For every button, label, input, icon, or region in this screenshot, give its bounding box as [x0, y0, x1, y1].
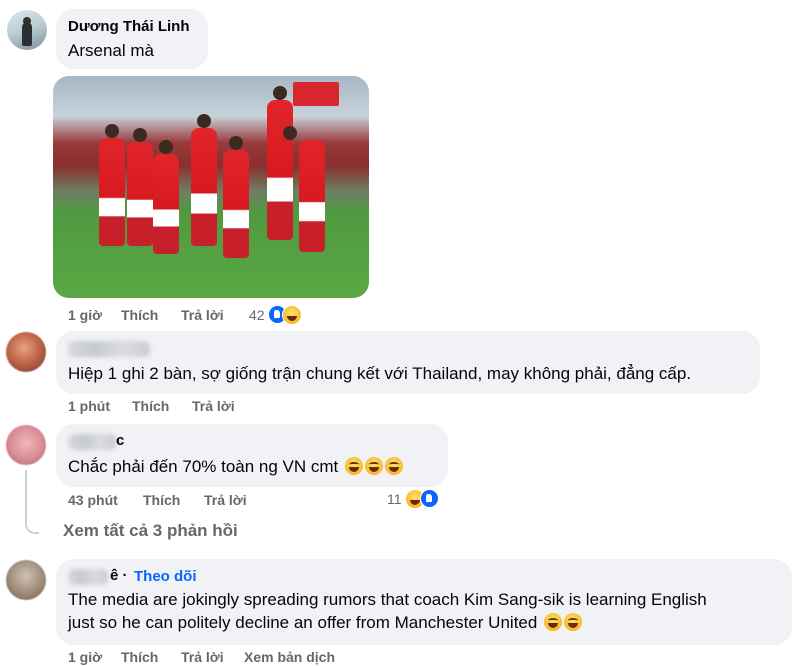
- author-name-suffix: ê ·: [110, 567, 128, 584]
- player: [191, 128, 217, 246]
- like-button[interactable]: Thích: [121, 649, 158, 665]
- player: [299, 140, 325, 252]
- avatar[interactable]: [6, 560, 46, 600]
- laughing-emoji-icon: [385, 457, 404, 475]
- player-head: [273, 86, 287, 100]
- thread-connector: [25, 470, 39, 534]
- reply-button[interactable]: Trả lời: [204, 492, 247, 508]
- comment-bubble: ê · Theo dõi The media are jokingly spre…: [56, 559, 792, 645]
- view-all-replies-link[interactable]: Xem tất cả 3 phản hồi: [63, 521, 238, 541]
- comment-text: Hiệp 1 ghi 2 bàn, sợ giống trận chung kế…: [68, 364, 692, 383]
- laughing-emoji-icon: [345, 457, 364, 475]
- player-head: [105, 124, 119, 138]
- reaction-summary[interactable]: 42: [249, 305, 303, 325]
- blurred-author-name[interactable]: [68, 569, 108, 585]
- avatar[interactable]: [6, 425, 46, 465]
- comment-time[interactable]: 1 giờ: [68, 307, 102, 323]
- reply-button[interactable]: Trả lời: [181, 307, 224, 323]
- player-head: [283, 126, 297, 140]
- comment-text-content: just so he can politely decline an offer…: [68, 613, 538, 632]
- player: [99, 138, 125, 246]
- player-head: [133, 128, 147, 142]
- comment-text: Arsenal mà: [68, 41, 154, 60]
- reaction-count: 11: [387, 491, 402, 507]
- comment-text: The media are jokingly spreading rumors …: [68, 588, 707, 634]
- comment-time[interactable]: 1 phút: [68, 398, 110, 414]
- comment-text-content: Chắc phải đến 70% toàn ng VN cmt: [68, 457, 339, 476]
- comment-text: Chắc phải đến 70% toàn ng VN cmt: [68, 455, 404, 478]
- see-translation-link[interactable]: Xem bản dịch: [244, 649, 335, 665]
- player: [127, 142, 153, 246]
- comment-bubble: Dương Thái Linh Arsenal mà: [56, 9, 208, 69]
- like-reaction-icon: [420, 489, 440, 508]
- follow-button[interactable]: Theo dõi: [134, 568, 197, 585]
- player-head: [197, 114, 211, 128]
- comment-photo[interactable]: [53, 76, 369, 298]
- avatar[interactable]: [6, 332, 46, 372]
- comment-text-line: The media are jokingly spreading rumors …: [68, 590, 707, 609]
- player: [153, 154, 179, 254]
- stadium-flag: [293, 82, 339, 106]
- player: [223, 150, 249, 258]
- comment-time[interactable]: 43 phút: [68, 492, 118, 508]
- like-button[interactable]: Thích: [121, 307, 158, 323]
- haha-reaction-icon: [282, 305, 303, 325]
- player-head: [229, 136, 243, 150]
- comment-bubble: c Chắc phải đến 70% toàn ng VN cmt: [56, 424, 448, 487]
- reaction-summary[interactable]: 11: [387, 489, 440, 509]
- laughing-emoji-icon: [544, 613, 563, 631]
- laughing-emoji-icon: [564, 613, 583, 631]
- author-name-suffix: c: [116, 432, 125, 449]
- comment-bubble: Hiệp 1 ghi 2 bàn, sợ giống trận chung kế…: [56, 331, 760, 394]
- reaction-count: 42: [249, 307, 265, 323]
- like-button[interactable]: Thích: [143, 492, 180, 508]
- player: [267, 100, 293, 240]
- like-button[interactable]: Thích: [132, 398, 169, 414]
- reply-button[interactable]: Trả lời: [192, 398, 235, 414]
- comment-text-line: just so he can politely decline an offer…: [68, 611, 707, 634]
- player-head: [159, 140, 173, 154]
- avatar[interactable]: [7, 10, 47, 50]
- reply-button[interactable]: Trả lời: [181, 649, 224, 665]
- blurred-author-name[interactable]: [68, 434, 116, 450]
- comment-time[interactable]: 1 giờ: [68, 649, 102, 665]
- blurred-author-name[interactable]: [68, 341, 150, 357]
- laughing-emoji-icon: [365, 457, 384, 475]
- comment-author[interactable]: Dương Thái Linh: [68, 18, 190, 35]
